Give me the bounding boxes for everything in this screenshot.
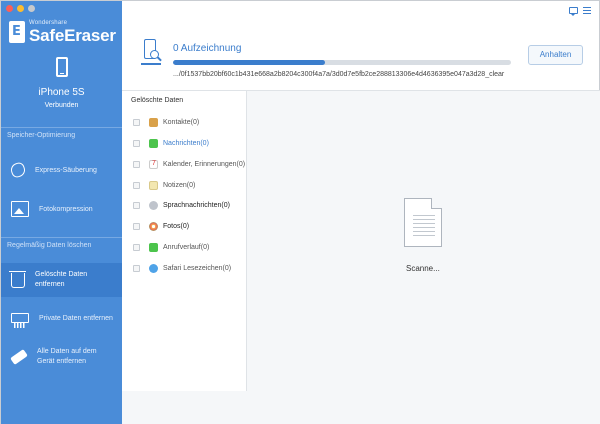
device-status: Verbunden (44, 102, 79, 109)
results-area: Gelöschte Daten Kontakte(0) Nachrichten(… (122, 90, 600, 424)
category-label: Fotos(0) (163, 222, 190, 230)
category-label: Sprachnachrichten(0) (163, 201, 230, 209)
checkbox[interactable] (133, 160, 140, 168)
checkbox[interactable] (133, 181, 140, 189)
call-history-icon (149, 242, 158, 252)
maximize-window-button[interactable] (28, 5, 35, 12)
checkbox[interactable] (133, 139, 140, 147)
safari-icon (149, 263, 158, 273)
iphone-icon (56, 57, 68, 77)
device-path: .../0f1537bb20bf60c1b431e668a2b8204c300f… (173, 71, 505, 78)
app-brand: Wondershare SafeEraser (9, 19, 116, 44)
sidebar-item-label: Express-Säuberung (35, 166, 97, 174)
stop-button[interactable]: Anhalten (528, 45, 583, 65)
sidebar-item-express-cleanup[interactable]: Express-Säuberung (1, 159, 122, 181)
category-list: Gelöschte Daten Kontakte(0) Nachrichten(… (122, 91, 247, 391)
category-item-contacts[interactable]: Kontakte(0) (133, 116, 199, 128)
category-label: Nachrichten(0) (163, 139, 209, 147)
sidebar-item-erase-all[interactable]: Alle Daten auf dem Gerät entfernen (1, 344, 122, 370)
eraser-icon (10, 349, 28, 365)
window-controls (6, 5, 35, 12)
category-item-messages[interactable]: Nachrichten(0) (133, 137, 209, 149)
category-item-voicemail[interactable]: Sprachnachrichten(0) (133, 199, 230, 211)
brand-name: SafeEraser (29, 26, 116, 45)
category-item-photos[interactable]: Fotos(0) (133, 220, 189, 232)
checkbox[interactable] (133, 118, 140, 126)
broom-icon (9, 161, 27, 179)
close-window-button[interactable] (6, 5, 13, 12)
category-item-notes[interactable]: Notizen(0) (133, 179, 195, 191)
section-label-regular: Regelmäßig Daten löschen (1, 237, 122, 253)
sidebar-item-label: Gelöschte Daten entfernen (35, 271, 88, 288)
contacts-icon (149, 117, 158, 127)
category-label: Anrufverlauf(0) (163, 243, 210, 251)
minimize-window-button[interactable] (17, 5, 24, 12)
voicemail-icon (149, 200, 158, 210)
category-list-header: Gelöschte Daten (131, 97, 184, 104)
record-count-title: 0 Aufzeichnung (173, 43, 242, 54)
scan-progress-bar (173, 60, 511, 65)
trash-icon (9, 270, 26, 288)
category-label: Kalender, Erinnerungen(0) (163, 160, 246, 168)
sidebar-item-label: Private Daten entfernen (39, 314, 113, 322)
menu-icon[interactable] (583, 7, 591, 14)
photos-icon (149, 221, 158, 231)
category-label: Kontakte(0) (163, 118, 200, 126)
sidebar-item-photo-compression[interactable]: Fotokompression (1, 198, 122, 220)
category-label: Safari Lesezeichen(0) (163, 264, 232, 272)
category-item-calendar[interactable]: Kalender, Erinnerungen(0) (133, 158, 245, 170)
feedback-icon[interactable] (569, 7, 578, 16)
checkbox[interactable] (133, 243, 140, 251)
document-icon (404, 198, 442, 247)
app-window: Wondershare SafeEraser iPhone 5S Verbund… (0, 0, 600, 424)
safeeraser-logo-icon (9, 20, 25, 43)
sidebar-item-deleted-data[interactable]: Gelöschte Daten entfernen (1, 263, 122, 297)
photo-icon (11, 201, 29, 217)
sidebar-item-label: Alle Daten auf dem Gerät entfernen (37, 348, 97, 365)
checkbox[interactable] (133, 264, 140, 272)
notes-icon (149, 180, 158, 190)
messages-icon (149, 138, 158, 148)
category-label: Notizen(0) (163, 181, 196, 189)
category-item-call-history[interactable]: Anrufverlauf(0) (133, 241, 209, 253)
sidebar-item-private-data[interactable]: Private Daten entfernen (1, 307, 122, 329)
scan-device-icon (141, 39, 162, 67)
sidebar-item-label: Fotokompression (39, 205, 93, 213)
scan-status-text: Scanne... (406, 264, 440, 273)
category-item-safari-bookmarks[interactable]: Safari Lesezeichen(0) (133, 262, 231, 274)
calendar-icon (149, 159, 158, 169)
checkbox[interactable] (133, 222, 140, 230)
device-name: iPhone 5S (38, 87, 85, 98)
checkbox[interactable] (133, 201, 140, 209)
shredder-icon (11, 313, 29, 328)
toolbar-icons (569, 7, 591, 16)
scan-progress-fill (173, 60, 326, 65)
sidebar: Wondershare SafeEraser iPhone 5S Verbund… (1, 1, 122, 424)
section-label-storage: Speicher-Optimierung (1, 127, 122, 143)
